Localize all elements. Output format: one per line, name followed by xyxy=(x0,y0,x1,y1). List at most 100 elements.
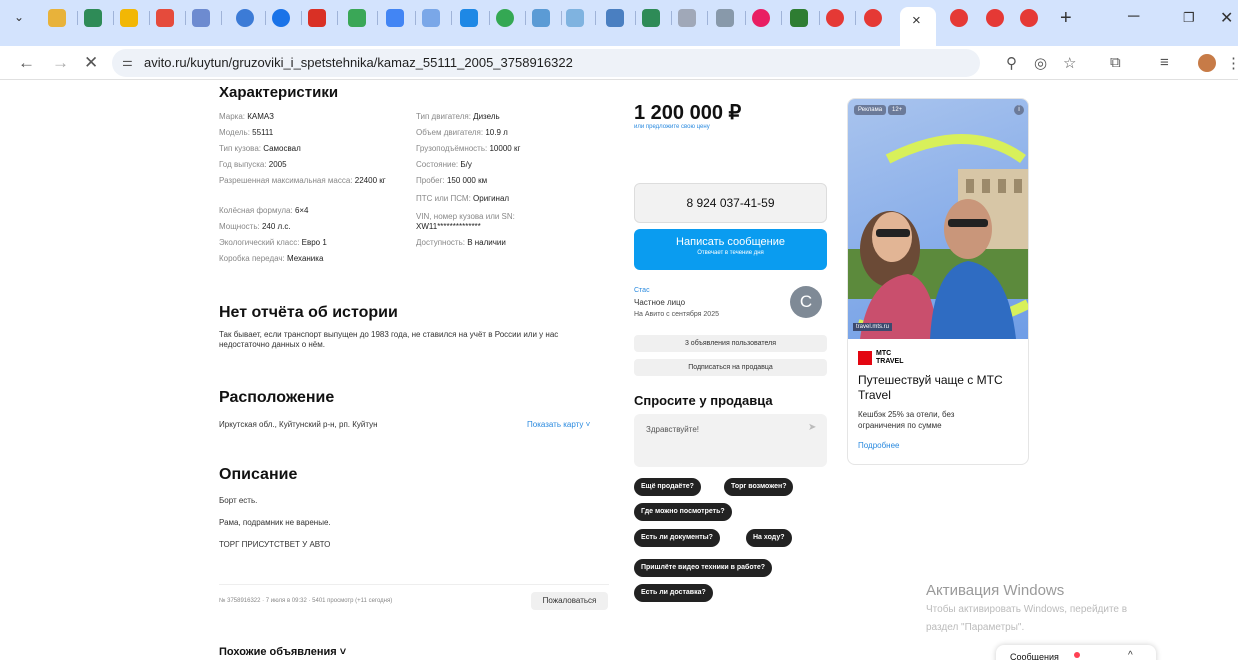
subscribe-seller-button[interactable]: Подписаться на продавца xyxy=(634,359,827,376)
spec-label: Разрешенная максимальная масса: xyxy=(219,176,355,185)
report-button[interactable]: Пожаловаться xyxy=(531,592,608,610)
tab-favicon-icon[interactable] xyxy=(790,9,820,27)
tab-favicon-icon[interactable] xyxy=(986,9,1004,27)
tab-favicon-icon[interactable] xyxy=(532,9,562,27)
spec-value: В наличии xyxy=(467,238,506,247)
ad-image xyxy=(848,99,1028,339)
ad-age-badge: 12+ xyxy=(888,105,907,115)
spec-value: 240 л.с. xyxy=(261,222,291,231)
ad-card[interactable]: Реклама 12+ i travel.mts.ru МТС TRAVEL П… xyxy=(847,98,1029,465)
offer-price-link[interactable]: или предложите свою цену xyxy=(634,124,710,130)
quick-question-chip[interactable]: Есть ли доставка? xyxy=(634,584,713,602)
quick-question-chip[interactable]: На ходу? xyxy=(746,529,792,547)
spec-row: Марка: КАМАЗ xyxy=(219,112,419,122)
ad-more-link[interactable]: Подробнее xyxy=(858,441,900,450)
tab-favicon-icon[interactable] xyxy=(826,9,856,27)
tab-favicon-icon[interactable] xyxy=(386,9,416,27)
spec-label: VIN, номер кузова или SN: xyxy=(416,212,515,221)
tab-favicon-icon[interactable] xyxy=(864,9,882,27)
spec-row: Состояние: Б/у xyxy=(416,160,616,170)
reload-stop-icon[interactable]: ✕ xyxy=(84,53,98,73)
phone-button[interactable]: 8 924 037-41-59 xyxy=(634,183,827,223)
tab-favicon-icon[interactable] xyxy=(48,9,78,27)
back-icon[interactable]: ← xyxy=(18,53,35,73)
zoom-icon[interactable]: ⚲ xyxy=(1006,54,1017,72)
tab-favicon-icon[interactable] xyxy=(606,9,636,27)
tab-favicon-icon[interactable] xyxy=(236,9,266,27)
tab-favicon-icon[interactable] xyxy=(678,9,708,27)
price: 1 200 000 ₽ xyxy=(634,102,742,124)
tab-favicon-icon[interactable] xyxy=(192,9,222,27)
tab-favicon-icon[interactable] xyxy=(566,9,596,27)
messages-bar[interactable]: Сообщения ^ xyxy=(996,645,1156,660)
tab-close-icon[interactable]: × xyxy=(912,12,921,29)
similar-listings-toggle[interactable]: Похожие объявления ˅ xyxy=(219,646,346,658)
site-info-icon[interactable]: ⚌ xyxy=(122,55,133,69)
quick-question-chip[interactable]: Пришлёте видео техники в работе? xyxy=(634,559,773,577)
seller-name-link[interactable]: Стас xyxy=(634,287,650,294)
spec-value: XW11************** xyxy=(416,222,481,231)
tab-search-dropdown-icon[interactable]: ⌄ xyxy=(14,10,24,24)
tab-favicon-icon[interactable] xyxy=(460,9,490,27)
seller-type: Частное лицо xyxy=(634,298,686,307)
window-close-icon[interactable]: ✕ xyxy=(1220,8,1233,28)
quick-question-chip[interactable]: Ещё продаёте? xyxy=(634,478,701,496)
spec-label: Тип двигателя: xyxy=(416,112,474,121)
send-icon[interactable]: ➤ xyxy=(808,422,816,433)
spec-value: 2005 xyxy=(268,160,287,169)
tab-favicon-icon[interactable] xyxy=(752,9,782,27)
spec-label: Тип кузова: xyxy=(219,144,264,153)
ask-message-input[interactable]: Здравствуйте! ➤ xyxy=(634,414,827,467)
description-line: Рама, подрамник не вареные. xyxy=(219,518,331,527)
spec-row: Тип двигателя: Дизель xyxy=(416,112,616,122)
spec-row: Год выпуска: 2005 xyxy=(219,160,419,170)
extensions-icon[interactable]: ⧉ xyxy=(1110,54,1121,71)
restore-icon[interactable]: ❐ xyxy=(1183,10,1195,26)
ad-domain: travel.mts.ru xyxy=(853,323,893,331)
quick-question-chip[interactable]: Есть ли документы? xyxy=(634,529,720,547)
spec-label: Состояние: xyxy=(416,160,461,169)
spec-label: Коробка передач: xyxy=(219,254,287,263)
seller-listings-button[interactable]: 3 объявления пользователя xyxy=(634,335,827,352)
tab-favicon-icon[interactable] xyxy=(422,9,452,27)
spec-row: Колёсная формула: 6×4 xyxy=(219,206,419,216)
divider xyxy=(219,584,609,585)
reading-list-icon[interactable]: ≡ xyxy=(1160,54,1169,71)
quick-question-chip[interactable]: Торг возможен? xyxy=(724,478,794,496)
url-text: avito.ru/kuytun/gruzoviki_i_spetstehnika… xyxy=(144,55,573,70)
tracking-eye-icon[interactable]: ◎ xyxy=(1034,54,1047,72)
spec-label: Колёсная формула: xyxy=(219,206,295,215)
show-map-link[interactable]: Показать карту ˅ xyxy=(527,420,590,429)
tab-favicon-icon[interactable] xyxy=(84,9,114,27)
write-message-button[interactable]: Написать сообщение Отвечает в течение дн… xyxy=(634,229,827,270)
chevron-up-icon[interactable]: ^ xyxy=(1128,650,1133,660)
tab-favicon-icon[interactable] xyxy=(716,9,746,27)
menu-kebab-icon[interactable]: ⋮ xyxy=(1226,54,1238,72)
minimize-icon[interactable]: ─ xyxy=(1128,8,1139,26)
description-line: Борт есть. xyxy=(219,496,258,505)
tab-favicon-icon[interactable] xyxy=(272,9,302,27)
spec-value: 6×4 xyxy=(294,206,309,215)
spec-value: Дизель xyxy=(473,112,500,121)
tab-favicon-icon[interactable] xyxy=(120,9,150,27)
spec-label: ПТС или ПСМ: xyxy=(416,194,474,203)
new-tab-button[interactable]: + xyxy=(1060,8,1072,28)
mts-logo-icon xyxy=(858,351,872,365)
address-field[interactable]: ⚌ avito.ru/kuytun/gruzoviki_i_spetstehni… xyxy=(112,49,980,77)
tab-favicon-icon[interactable] xyxy=(156,9,186,27)
description-line: ТОРГ ПРИСУТСТВЕТ У АВТО xyxy=(219,540,331,549)
bookmark-star-icon[interactable]: ☆ xyxy=(1063,54,1076,72)
quick-question-chip[interactable]: Где можно посмотреть? xyxy=(634,503,732,521)
spec-row: Коробка передач: Механика xyxy=(219,254,419,264)
tab-favicon-icon[interactable] xyxy=(308,9,338,27)
address-toolbar: ← → ✕ ⚌ avito.ru/kuytun/gruzoviki_i_spet… xyxy=(0,46,1238,80)
tab-favicon-icon[interactable] xyxy=(348,9,378,27)
tab-favicon-icon[interactable] xyxy=(950,9,968,27)
profile-avatar[interactable] xyxy=(1198,54,1216,72)
tab-favicon-icon[interactable] xyxy=(1020,9,1038,27)
ad-info-icon[interactable]: i xyxy=(1014,105,1024,115)
forward-icon[interactable]: → xyxy=(52,53,69,73)
seller-avatar[interactable]: С xyxy=(790,286,822,318)
tab-favicon-icon[interactable] xyxy=(496,9,526,27)
tab-favicon-icon[interactable] xyxy=(642,9,672,27)
